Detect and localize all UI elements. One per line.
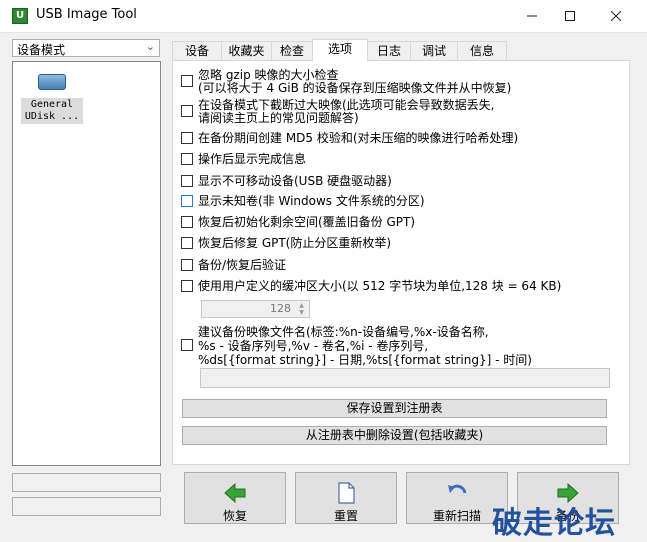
option-label: 显示未知卷(非 Windows 文件系统的分区) (198, 194, 425, 208)
tab-favorites[interactable]: 收藏夹 (221, 41, 272, 60)
close-icon (611, 11, 621, 21)
buffer-size-stepper[interactable]: 128 ▲ ▼ (201, 300, 310, 318)
buffer-size-value: 128 (270, 302, 291, 315)
save-settings-button[interactable]: 保存设置到注册表 (182, 399, 607, 418)
spin-buttons[interactable]: ▲ ▼ (295, 302, 308, 316)
checkbox[interactable] (181, 105, 193, 117)
window-title: USB Image Tool (36, 7, 137, 22)
checkbox[interactable] (181, 195, 193, 207)
app-icon: U (12, 8, 28, 24)
option-label: 备份/恢复后验证 (198, 258, 287, 272)
checkbox[interactable] (181, 132, 193, 144)
restore-label: 恢复 (222, 509, 247, 523)
usb-drive-icon (38, 74, 66, 90)
option-label-line: %ds[{format string}] - 日期,%ts[{format st… (198, 353, 532, 367)
checkbox[interactable] (181, 75, 193, 87)
maximize-icon (565, 11, 575, 21)
status-field-2 (12, 497, 161, 516)
tab-log[interactable]: 日志 (367, 41, 411, 60)
checkbox[interactable] (181, 175, 193, 187)
green-left-arrow-icon (224, 482, 246, 504)
option-label: 建议备份映像文件名(标签:%n-设备编号,%x-设备名称, %s - 设备序列号… (198, 325, 532, 367)
checkbox[interactable] (181, 259, 193, 271)
option-label-line: %s - 设备序列号,%v - 卷名,%i - 卷序列号, (198, 339, 429, 353)
refresh-arrow-icon (448, 484, 467, 494)
option-label: 忽略 gzip 映像的大小检查 (可以将大于 4 GiB 的设备保存到压缩映像文… (198, 68, 511, 95)
document-icon (338, 482, 355, 504)
option-label-line: 在设备模式下截断过大映像(此选项可能会导致数据丢失, (198, 98, 495, 112)
chevron-down-icon: ⌄ (145, 40, 155, 53)
option-label-line: 建议备份映像文件名(标签:%n-设备编号,%x-设备名称, (198, 325, 489, 339)
mode-select-value: 设备模式 (17, 43, 66, 57)
checkbox[interactable] (181, 280, 193, 292)
title-bar: U USB Image Tool (0, 0, 647, 33)
option-label: 操作后显示完成信息 (198, 152, 307, 166)
checkbox[interactable] (181, 339, 193, 351)
option-label: 在设备模式下截断过大映像(此选项可能会导致数据丢失, 请阅读主页上的常见问题解答… (198, 98, 495, 125)
status-field-1 (12, 473, 161, 492)
reset-button[interactable]: 重置 (295, 472, 397, 524)
option-label-line: 请阅读主页上的常见问题解答) (198, 111, 359, 125)
device-label-line1: General (30, 99, 74, 110)
tab-check[interactable]: 检查 (271, 41, 313, 60)
mode-select[interactable]: 设备模式 ⌄ (12, 39, 160, 57)
watermark: 破走论坛 (492, 506, 616, 541)
options-panel: 忽略 gzip 映像的大小检查 (可以将大于 4 GiB 的设备保存到压缩映像文… (172, 60, 630, 465)
option-label-line: (可以将大于 4 GiB 的设备保存到压缩映像文件并从中恢复) (198, 81, 512, 95)
checkbox[interactable] (181, 237, 193, 249)
reset-label: 重置 (333, 509, 358, 523)
minimize-icon (527, 15, 537, 17)
device-item-general-udisk[interactable]: General UDisk ... (21, 72, 83, 130)
filename-pattern-input[interactable] (200, 368, 610, 388)
restore-button[interactable]: 恢复 (184, 472, 286, 524)
device-label-line2: UDisk ... (24, 111, 80, 122)
checkbox[interactable] (181, 216, 193, 228)
option-label-line: 忽略 gzip 映像的大小检查 (198, 68, 339, 82)
tab-debug[interactable]: 调试 (410, 41, 458, 60)
maximize-button[interactable] (547, 0, 593, 32)
device-list[interactable]: General UDisk ... (12, 61, 161, 466)
tab-device[interactable]: 设备 (172, 41, 222, 60)
chevron-up-icon[interactable]: ▲ (295, 302, 308, 309)
option-label: 恢复后修复 GPT(防止分区重新枚举) (198, 236, 392, 250)
device-label: General UDisk ... (21, 98, 83, 124)
checkbox[interactable] (181, 153, 193, 165)
delete-settings-button[interactable]: 从注册表中删除设置(包括收藏夹) (182, 426, 607, 445)
option-label: 显示不可移动设备(USB 硬盘驱动器) (198, 174, 392, 188)
option-label: 在备份期间创建 MD5 校验和(对未压缩的映像进行哈希处理) (198, 131, 519, 145)
close-button[interactable] (593, 0, 639, 32)
chevron-down-icon[interactable]: ▼ (295, 309, 308, 316)
tab-info[interactable]: 信息 (457, 41, 507, 60)
option-label: 恢复后初始化剩余空间(覆盖旧备份 GPT) (198, 215, 416, 229)
option-label: 使用用户定义的缓冲区大小(以 512 字节块为单位,128 块 = 64 KB) (198, 279, 562, 293)
tab-options[interactable]: 选项 (312, 39, 368, 61)
